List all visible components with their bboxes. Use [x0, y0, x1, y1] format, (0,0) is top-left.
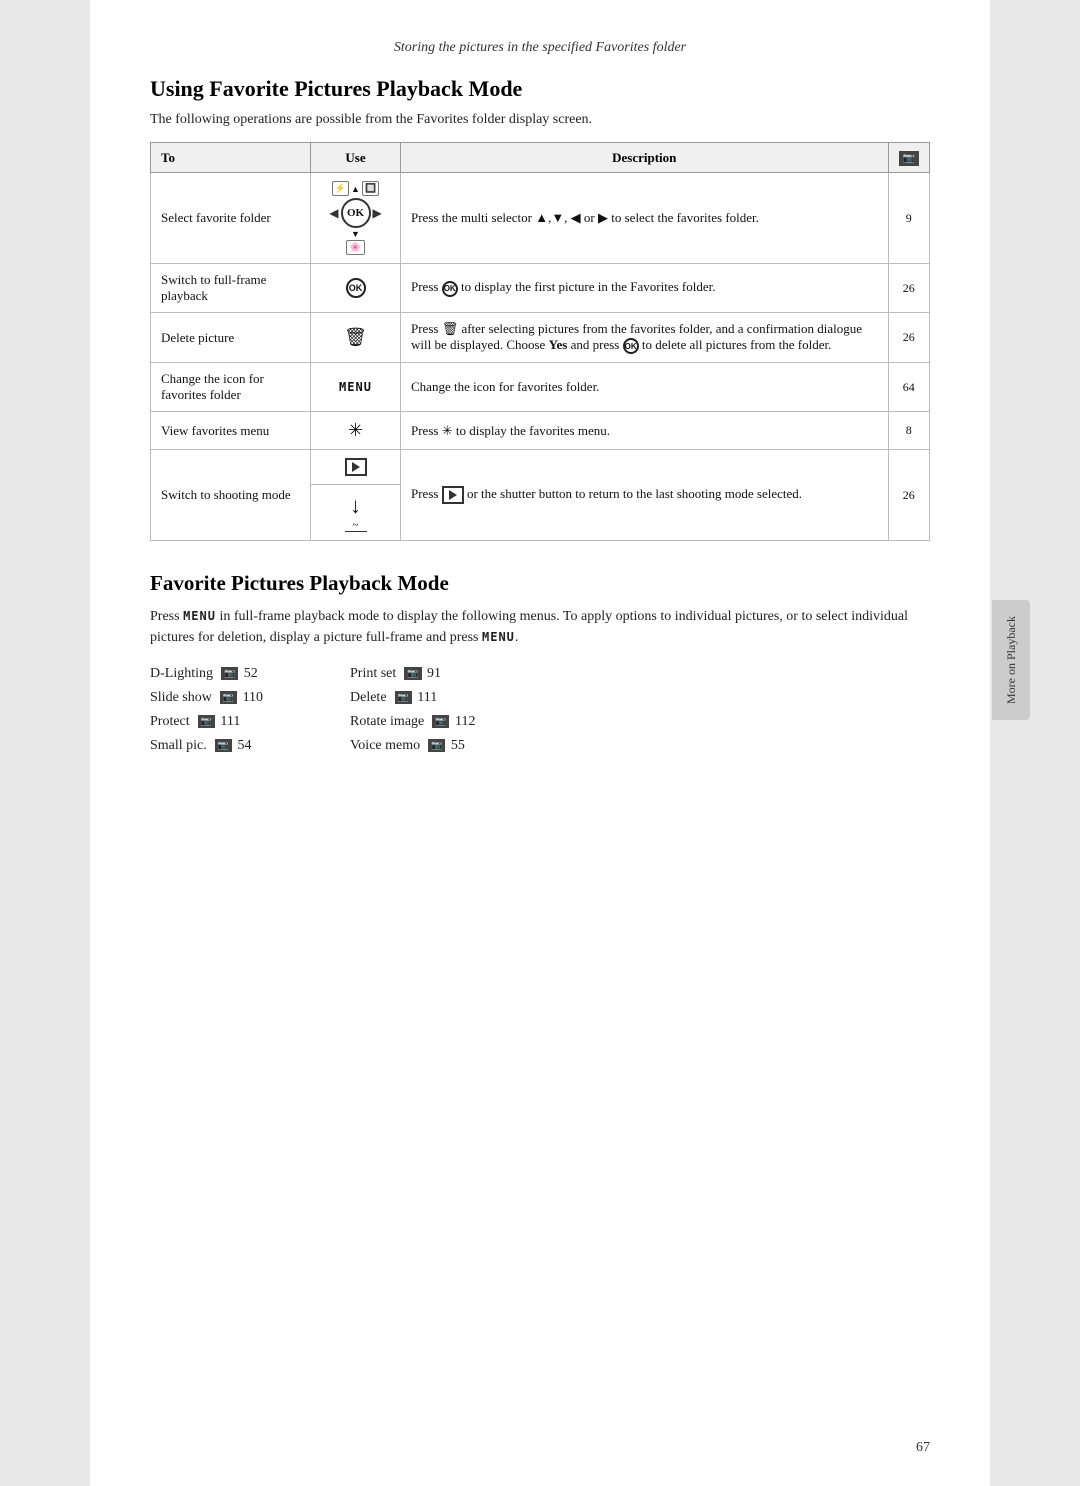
star-icon: ✳: [348, 420, 363, 440]
item-label: Slide show: [150, 690, 212, 706]
section1-intro: The following operations are possible fr…: [150, 112, 930, 128]
menu-icon: MENU: [339, 380, 372, 394]
row-to: Delete picture: [151, 313, 311, 363]
section1-title: Using Favorite Pictures Playback Mode: [150, 76, 930, 102]
list-item: Print set 📷 91: [350, 664, 550, 684]
item-ref: 📷 91: [404, 666, 441, 682]
table-row: Switch to shooting mode Press or the shu…: [151, 450, 930, 485]
row-description: Change the icon for favorites folder.: [401, 363, 889, 412]
ok-icon: OK: [346, 278, 366, 298]
item-label: D-Lighting: [150, 666, 213, 682]
item-ref: 📷 112: [432, 714, 475, 730]
row-to: Switch to full-frame playback: [151, 264, 311, 313]
item-ref: 📷 55: [428, 738, 465, 754]
item-label: Small pic.: [150, 738, 207, 754]
row-to: Change the icon for favorites folder: [151, 363, 311, 412]
row-description: Press the multi selector ▲,▼, ◀ or ▶ to …: [401, 173, 889, 264]
section2-body: Press MENU in full-frame playback mode t…: [150, 606, 930, 648]
item-ref: 📷 54: [215, 738, 252, 754]
col-use: Use: [311, 143, 401, 173]
row-use: OK: [311, 264, 401, 313]
list-item: Protect 📷 111: [150, 712, 350, 732]
col-ref: 📷: [888, 143, 929, 173]
row-description: Press OK to display the first picture in…: [401, 264, 889, 313]
trash-icon: 🗑: [344, 327, 367, 347]
list-item: Voice memo 📷 55: [350, 736, 550, 756]
table-row: Select favorite folder ⚡ ▲ 🔲 ◀ OK ▶: [151, 173, 930, 264]
sidebar-tab: More on Playback: [992, 600, 1030, 720]
down-arrow-icon: ↓: [350, 493, 361, 519]
row-to: Switch to shooting mode: [151, 450, 311, 541]
header-title: Storing the pictures in the specified Fa…: [394, 40, 686, 55]
row-use: 🗑: [311, 313, 401, 363]
row-ref: 64: [888, 363, 929, 412]
row-use: [311, 450, 401, 485]
row-to: View favorites menu: [151, 412, 311, 450]
list-item: Small pic. 📷 54: [150, 736, 350, 756]
col-to: To: [151, 143, 311, 173]
row-use: ⚡ ▲ 🔲 ◀ OK ▶ ▼ 🌸: [311, 173, 401, 264]
list-item: D-Lighting 📷 52: [150, 664, 350, 684]
row-ref: 8: [888, 412, 929, 450]
item-ref: 📷 110: [220, 690, 263, 706]
item-ref: 📷 111: [198, 714, 241, 730]
row-to: Select favorite folder: [151, 173, 311, 264]
table-row: View favorites menu ✳ Press ✳ to display…: [151, 412, 930, 450]
page: Storing the pictures in the specified Fa…: [90, 0, 990, 1486]
row-description: Press ✳ to display the favorites menu.: [401, 412, 889, 450]
list-item: Delete 📷 111: [350, 688, 550, 708]
col-description: Description: [401, 143, 889, 173]
menu-list: D-Lighting 📷 52 Print set 📷 91 Slide sho…: [150, 664, 930, 756]
page-header: Storing the pictures in the specified Fa…: [150, 40, 930, 56]
table-row: Switch to full-frame playback OK Press O…: [151, 264, 930, 313]
table-row: Delete picture 🗑 Press 🗑 after selecting…: [151, 313, 930, 363]
sidebar-label: More on Playback: [1004, 616, 1019, 704]
item-ref: 📷 111: [395, 690, 438, 706]
row-use: ✳: [311, 412, 401, 450]
row-ref: 9: [888, 173, 929, 264]
list-item: Rotate image 📷 112: [350, 712, 550, 732]
section2-title: Favorite Pictures Playback Mode: [150, 571, 930, 596]
list-item: Slide show 📷 110: [150, 688, 350, 708]
item-label: Delete: [350, 690, 387, 706]
page-number: 67: [916, 1440, 930, 1456]
item-label: Print set: [350, 666, 396, 682]
item-label: Voice memo: [350, 738, 420, 754]
features-table: To Use Description 📷 Select favorite fol…: [150, 142, 930, 541]
row-ref: 26: [888, 450, 929, 541]
item-label: Rotate image: [350, 714, 424, 730]
item-ref: 📷 52: [221, 666, 258, 682]
row-use: ↓ ~: [311, 485, 401, 541]
row-description: Press 🗑 after selecting pictures from th…: [401, 313, 889, 363]
table-row: Change the icon for favorites folder MEN…: [151, 363, 930, 412]
row-ref: 26: [888, 264, 929, 313]
row-ref: 26: [888, 313, 929, 363]
item-label: Protect: [150, 714, 190, 730]
row-use: MENU: [311, 363, 401, 412]
row-description: Press or the shutter button to return to…: [401, 450, 889, 541]
play-rect-icon: [345, 458, 367, 476]
play-triangle-icon: [352, 462, 360, 472]
